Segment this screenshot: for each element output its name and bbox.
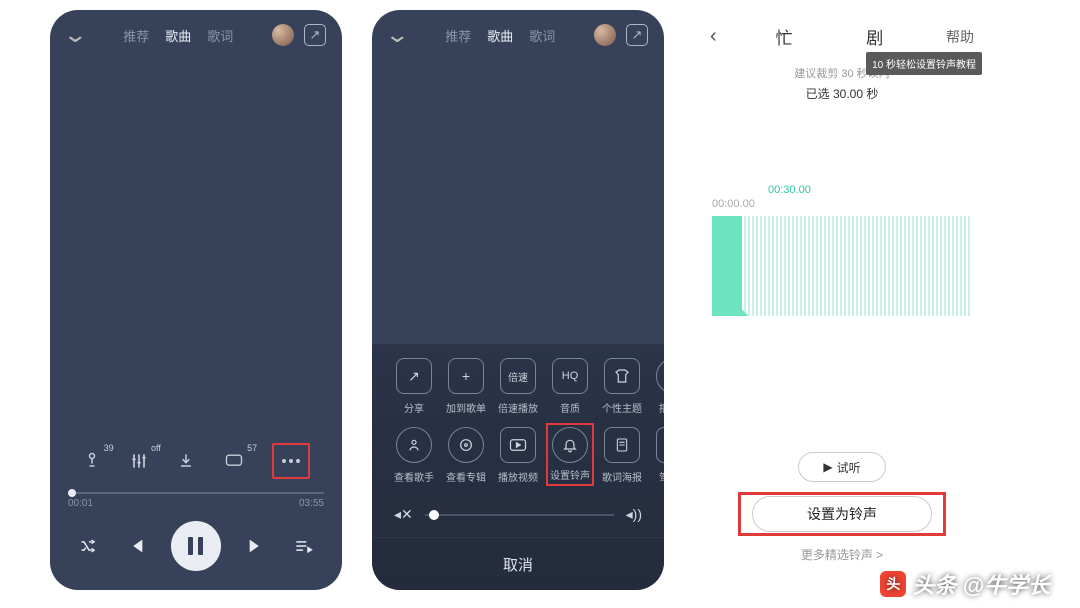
ringtone-editor-screen: ‹ 忙 剧 帮助 10 秒轻松设置铃声教程 建议裁剪 30 秒以内 已选 30.… [694,10,990,590]
more-button-highlight [272,443,310,479]
disc-icon [448,427,484,463]
help-link[interactable]: 帮助 [946,27,974,47]
speed-icon: 倍速 [500,358,536,394]
tshirt-icon [604,358,640,394]
ringtone-highlight: 设置铃声 [546,423,594,486]
more-button[interactable] [282,449,300,473]
progress-bar[interactable]: 00:01 03:55 [50,484,342,511]
set-ringtone-button[interactable]: 设置为铃声 [752,496,932,532]
next-icon[interactable] [246,535,268,557]
top-bar: ⌄ 推荐 歌曲 歌词 ↗ [50,10,342,54]
shuffle-icon[interactable] [79,536,99,556]
action-quality[interactable]: HQ 音质 [544,358,596,415]
action-set-ringtone[interactable]: 设置铃声 [544,427,596,484]
page-title: 忙 剧 [775,24,887,49]
selection-range[interactable] [712,216,742,316]
player-screen: ⌄ 推荐 歌曲 歌词 ↗ 39 off 57 [50,10,342,590]
cancel-button[interactable]: 取消 [372,537,664,590]
share-out-icon: ↗ [396,358,432,394]
time-total: 03:55 [299,498,324,509]
tab-song[interactable]: 歌曲 [165,26,191,45]
sing-count: 39 [104,443,114,453]
action-drive-mode[interactable]: 驾驶模 [648,427,664,484]
toutiao-icon: 头 [880,571,906,597]
avatar[interactable] [594,24,616,46]
volume-row: ◂✕ ◂)) [372,496,664,537]
top-bar: ‹ 忙 剧 帮助 [694,10,990,57]
volume-icon[interactable]: ◂)) [626,506,642,523]
tutorial-tooltip[interactable]: 10 秒轻松设置铃声教程 [866,52,982,75]
preview-button[interactable]: ▶ 试听 [798,452,886,482]
car-icon [656,427,664,463]
sing-icon[interactable]: 39 [82,449,102,473]
plus-icon: + [448,358,484,394]
more-ringtones-link[interactable]: 更多精选铃声 > [694,546,990,563]
hq-icon: HQ [552,358,588,394]
collapse-chevron-icon[interactable]: ⌄ [62,22,88,48]
play-circle-icon: ▷ [656,358,664,394]
waveform[interactable] [712,216,972,316]
action-sheet-screen: ⌄ 推荐 歌曲 歌词 ↗ ↗ 分享 + 加到歌单 倍速 倍速播放 [372,10,664,590]
selection-end-time: 00:30.00 [768,184,811,196]
share-icon[interactable]: ↗ [304,24,326,46]
secondary-controls: 39 off 57 [50,444,342,484]
play-icon: ▶ [823,460,832,474]
pause-button[interactable] [171,521,221,571]
selected-duration: 已选 30.00 秒 [694,85,990,102]
share-icon[interactable]: ↗ [626,24,648,46]
action-view-album[interactable]: 查看专辑 [440,427,492,484]
action-player[interactable]: ▷ 播放器 [648,358,664,415]
previous-icon[interactable] [124,535,146,557]
watermark: 头 头条 @牛学长 [880,568,1050,600]
mute-icon[interactable]: ◂✕ [394,506,413,523]
eq-status: off [151,443,161,453]
time-current: 00:01 [68,498,93,509]
video-icon [500,427,536,463]
selection-start-time: 00:00.00 [712,198,972,210]
action-lyric-poster[interactable]: 歌词海报 [596,427,648,484]
avatar[interactable] [272,24,294,46]
more-icon [282,459,300,463]
pause-icon [188,537,203,555]
action-add-playlist[interactable]: + 加到歌单 [440,358,492,415]
top-bar: ⌄ 推荐 歌曲 歌词 ↗ [372,10,664,54]
back-icon[interactable]: ‹ [710,25,717,48]
tab-recommend[interactable]: 推荐 [123,26,149,45]
top-tabs: 推荐 歌曲 歌词 [445,26,555,45]
comment-count: 57 [247,443,257,453]
waveform-editor[interactable]: 00:30.00 00:00.00 [694,198,990,316]
cover-area [372,54,664,344]
tab-recommend[interactable]: 推荐 [445,26,471,45]
action-share[interactable]: ↗ 分享 [388,358,440,415]
collapse-chevron-icon[interactable]: ⌄ [384,22,410,48]
action-sheet: ↗ 分享 + 加到歌单 倍速 倍速播放 HQ 音质 个性主题 ▷ 播放器 [372,344,664,590]
action-speed[interactable]: 倍速 倍速播放 [492,358,544,415]
action-view-artist[interactable]: 查看歌手 [388,427,440,484]
person-icon [396,427,432,463]
download-icon[interactable] [176,449,196,473]
tab-song[interactable]: 歌曲 [487,26,513,45]
cover-area [50,54,342,444]
tab-lyrics[interactable]: 歌词 [207,26,233,45]
equalizer-icon[interactable]: off [129,449,149,473]
bell-icon [552,427,588,463]
sheet-row-2: 查看歌手 查看专辑 播放视频 设置铃声 歌词海报 [372,427,664,496]
action-play-video[interactable]: 播放视频 [492,427,544,484]
tab-lyrics[interactable]: 歌词 [529,26,555,45]
comments-icon[interactable]: 57 [223,449,245,473]
top-tabs: 推荐 歌曲 歌词 [123,26,233,45]
playback-controls [50,511,342,585]
playlist-icon[interactable] [293,536,313,556]
volume-slider[interactable] [425,514,614,516]
poster-icon [604,427,640,463]
action-theme[interactable]: 个性主题 [596,358,648,415]
sheet-row-1: ↗ 分享 + 加到歌单 倍速 倍速播放 HQ 音质 个性主题 ▷ 播放器 [372,358,664,427]
